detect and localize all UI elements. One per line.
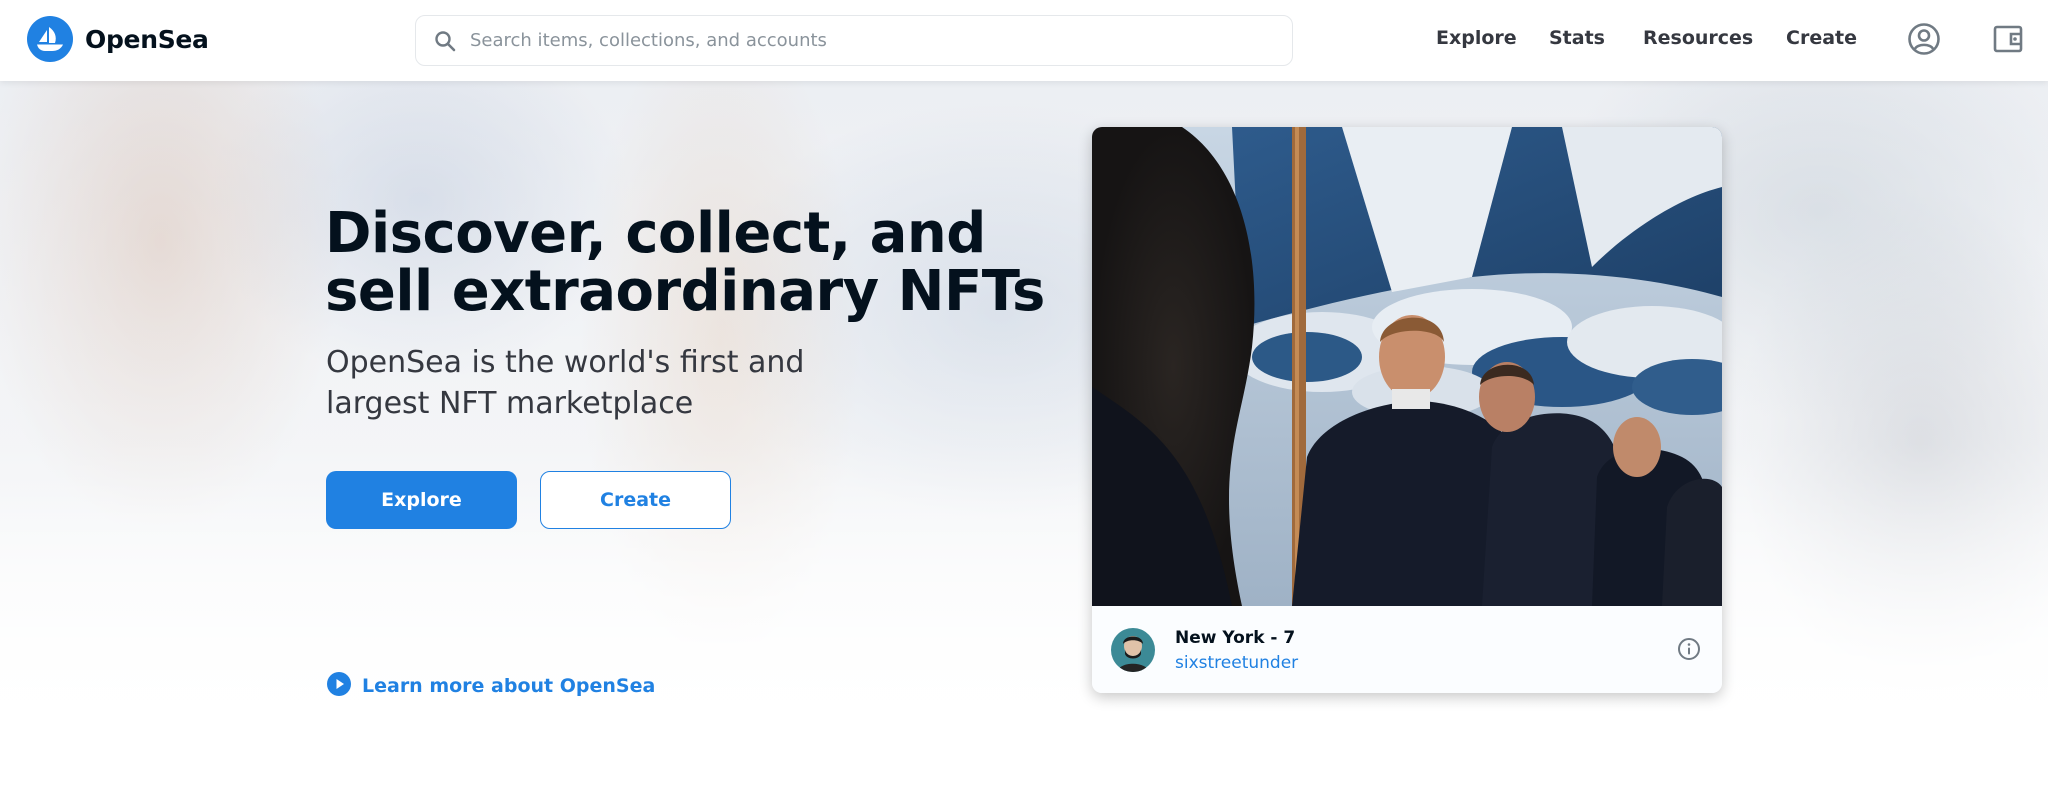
opensea-logo-icon [27, 16, 73, 62]
search-input[interactable] [470, 20, 1270, 61]
account-icon[interactable] [1907, 22, 1941, 56]
nft-title[interactable]: New York - 7 [1175, 628, 1295, 648]
nav-resources[interactable]: Resources [1643, 27, 1753, 49]
nav-explore[interactable]: Explore [1436, 27, 1517, 49]
nav-stats[interactable]: Stats [1549, 27, 1605, 49]
hero-background-overlay [0, 81, 2048, 741]
learn-more-link[interactable]: Learn more about OpenSea [326, 671, 655, 701]
info-icon[interactable] [1676, 636, 1702, 662]
featured-nft-card[interactable]: New York - 7 sixstreetunder [1092, 127, 1722, 693]
hero-title: Discover, collect, and sell extraordinar… [325, 201, 1045, 324]
nav-create[interactable]: Create [1786, 27, 1857, 49]
learn-more-label: Learn more about OpenSea [362, 675, 656, 697]
wallet-icon[interactable] [1991, 22, 2025, 56]
brand-name: OpenSea [85, 24, 209, 54]
brand-home-link[interactable]: OpenSea [27, 16, 209, 62]
create-button[interactable]: Create [540, 471, 731, 529]
creator-avatar[interactable] [1111, 628, 1155, 672]
hero-subtitle: OpenSea is the world's first and largest… [326, 345, 805, 421]
card-footer: New York - 7 sixstreetunder [1092, 606, 1722, 693]
featured-nft-image [1092, 127, 1722, 606]
play-circle-icon [326, 671, 352, 701]
explore-button[interactable]: Explore [326, 471, 517, 529]
search-bar[interactable] [415, 15, 1293, 66]
hero-section: Discover, collect, and sell extraordinar… [0, 81, 2048, 741]
creator-link[interactable]: sixstreetunder [1175, 653, 1298, 673]
top-navbar: OpenSea Explore Stats Resources Create [0, 0, 2048, 81]
search-icon [432, 28, 458, 54]
